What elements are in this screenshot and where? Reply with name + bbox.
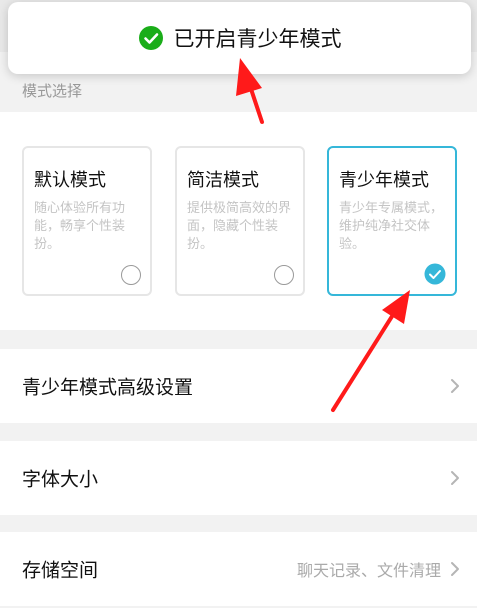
check-circle-icon: [138, 26, 163, 50]
mode-card-description: 青少年专属模式，维护纯净社交体验。: [339, 201, 444, 252]
mode-card-description: 随心体验所有功能，畅享个性装扮。: [34, 201, 126, 252]
radio-unchecked-icon[interactable]: [121, 265, 141, 285]
mode-section-label: 模式选择: [22, 82, 83, 100]
settings-row-label: 青少年模式高级设置: [22, 376, 194, 399]
mode-card-description: 提供极简高效的界面，隐藏个性装扮。: [187, 201, 292, 252]
chevron-right-icon: [451, 379, 459, 393]
mode-card-title: 简洁模式: [187, 170, 259, 191]
mode-card-default[interactable]: 默认模式 随心体验所有功能，畅享个性装扮。: [22, 146, 152, 296]
radio-checked-icon[interactable]: [424, 263, 446, 285]
chevron-right-icon: [451, 562, 459, 576]
mode-card-teen[interactable]: 青少年模式 青少年专属模式，维护纯净社交体验。: [327, 146, 457, 296]
mode-selection-panel: 默认模式 随心体验所有功能，畅享个性装扮。 简洁模式 提供极简高效的界面，隐藏个…: [0, 112, 477, 330]
chevron-right-icon: [451, 471, 459, 485]
mode-card-simple[interactable]: 简洁模式 提供极简高效的界面，隐藏个性装扮。: [175, 146, 305, 296]
settings-row-font-size[interactable]: 字体大小: [0, 441, 477, 515]
toast-message: 已开启青少年模式: [173, 27, 342, 51]
settings-row-teen-advanced[interactable]: 青少年模式高级设置: [0, 349, 477, 423]
radio-unchecked-icon[interactable]: [274, 265, 294, 285]
settings-row-storage[interactable]: 存储空间 聊天记录、文件清理: [0, 532, 477, 606]
status-toast: 已开启青少年模式: [8, 2, 471, 74]
settings-row-value: 聊天记录、文件清理: [296, 561, 441, 580]
mode-card-title: 默认模式: [34, 170, 106, 191]
settings-row-label: 字体大小: [22, 468, 99, 491]
settings-row-label: 存储空间: [22, 559, 99, 582]
mode-card-title: 青少年模式: [339, 170, 429, 191]
